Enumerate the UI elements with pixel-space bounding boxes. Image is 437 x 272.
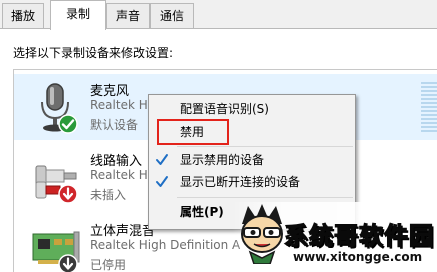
watermark-brand: 系统哥软件园 <box>283 221 434 250</box>
menu-item-configure-speech[interactable]: 配置语音识别(S) <box>149 98 355 120</box>
unplugged-arrow-icon <box>58 184 78 204</box>
level-meter-segment <box>421 114 437 116</box>
device-status: 默认设备 <box>90 118 139 132</box>
tab-playback[interactable]: 播放 <box>2 3 44 28</box>
level-meter-segment <box>421 118 437 120</box>
tab-sounds[interactable]: 声音 <box>106 3 150 28</box>
tab-recording[interactable]: 录制 <box>50 0 106 30</box>
level-meter-segment <box>421 122 437 124</box>
checkmark-icon <box>156 176 168 187</box>
device-status: 已停用 <box>90 258 127 272</box>
checkmark-icon <box>156 154 168 165</box>
device-name: 麦克风 <box>90 84 130 99</box>
level-meter-segment <box>421 82 437 84</box>
level-meter-segment <box>421 126 437 128</box>
menu-separator <box>177 197 353 198</box>
level-meter-segment <box>421 94 437 96</box>
default-check-icon <box>58 114 78 134</box>
device-name: 线路输入 <box>90 154 143 169</box>
menu-item-label: 显示禁用的设备 <box>180 153 265 167</box>
device-driver: Realtek H <box>90 98 148 112</box>
level-meter-segment <box>421 130 437 132</box>
tab-bar: 播放 录制 声音 通信 <box>0 0 437 30</box>
level-meter-segment <box>421 110 437 112</box>
device-name: 立体声混音 <box>90 224 156 239</box>
device-driver: Realtek H <box>90 168 148 182</box>
level-meter-segment <box>421 86 437 88</box>
watermark-url: www.xitongge.com <box>293 250 423 264</box>
menu-item-label: 配置语音识别(S) <box>180 102 269 116</box>
level-meter-segment <box>421 90 437 92</box>
menu-separator <box>177 146 353 147</box>
device-status: 未插入 <box>90 188 127 202</box>
menu-item-show-disabled[interactable]: 显示禁用的设备 <box>149 149 355 171</box>
level-meter-segment <box>421 106 437 108</box>
input-level-meter <box>417 82 437 134</box>
level-meter-segment <box>421 98 437 100</box>
red-highlight-annotation <box>157 119 229 145</box>
level-meter-segment <box>421 102 437 104</box>
mascot-logo-icon <box>241 204 283 264</box>
menu-item-label: 属性(P) <box>180 205 224 219</box>
disabled-arrow-icon <box>58 254 78 272</box>
menu-item-show-disconnected[interactable]: 显示已断开连接的设备 <box>149 171 355 193</box>
instruction-text: 选择以下录制设备来修改设置: <box>13 46 174 60</box>
menu-item-label: 显示已断开连接的设备 <box>180 175 301 189</box>
device-driver: Realtek High Definition A <box>90 238 241 252</box>
tab-communications[interactable]: 通信 <box>150 3 194 28</box>
